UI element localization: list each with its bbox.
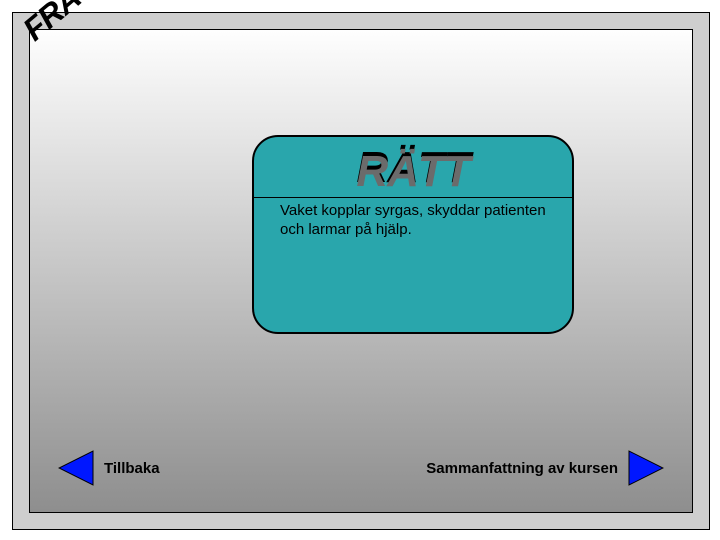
feedback-card: RÄTT RÄTT Vaket kopplar syrgas, skyddar …: [252, 135, 574, 334]
back-button-label: Tillbaka: [104, 460, 160, 477]
feedback-body: Vaket kopplar syrgas, skyddar patienten …: [254, 198, 572, 240]
arrow-left-icon: [58, 450, 94, 486]
summary-button[interactable]: Sammanfattning av kursen: [426, 450, 664, 486]
question-label: FRÅGA: [16, 0, 123, 48]
slide-inner-panel: FRÅGA RÄTT RÄTT Vaket kopplar syrgas, sk…: [29, 29, 693, 513]
summary-button-label: Sammanfattning av kursen: [426, 460, 618, 477]
back-button[interactable]: Tillbaka: [58, 450, 160, 486]
feedback-title-shadow: RÄTT: [254, 147, 572, 197]
slide-outer-frame: FRÅGA RÄTT RÄTT Vaket kopplar syrgas, sk…: [12, 12, 710, 530]
arrow-right-icon: [628, 450, 664, 486]
